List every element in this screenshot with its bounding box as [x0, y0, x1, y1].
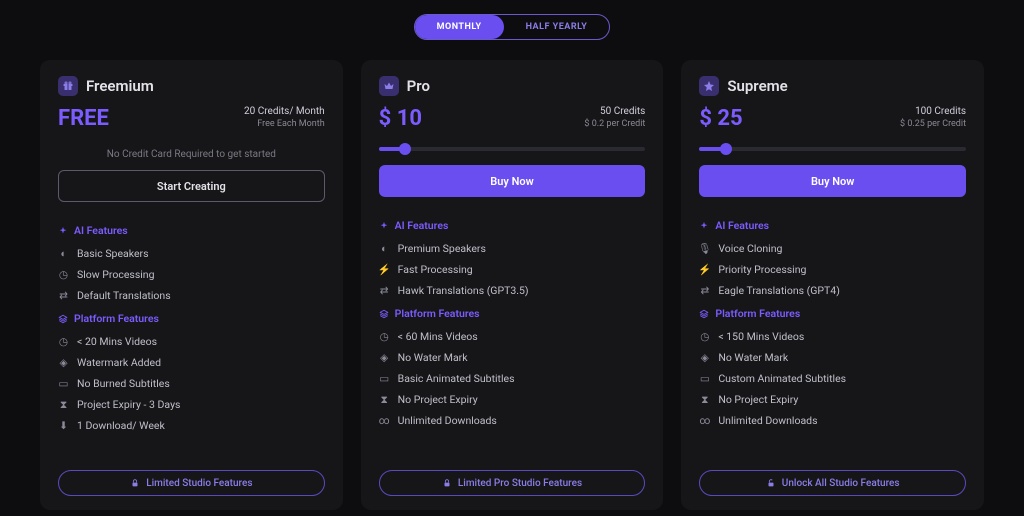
layers-icon: [58, 314, 68, 324]
feature-item: ▭Basic Animated Subtitles: [379, 372, 646, 385]
buy-now-button[interactable]: Buy Now: [379, 165, 646, 197]
translate-icon: ⇄: [58, 290, 69, 301]
subtitle-icon: ▭: [699, 373, 710, 384]
feature-item: 🎙Voice Cloning: [699, 242, 966, 255]
sparkle-icon: [379, 221, 389, 231]
plan-pro: Pro $ 10 50 Credits $ 0.2 per Credit Buy…: [361, 60, 664, 510]
hourglass-icon: ⧗: [58, 399, 69, 410]
plan-supreme: Supreme $ 25 100 Credits $ 0.25 per Cred…: [681, 60, 984, 510]
crown-icon: [379, 76, 399, 96]
plan-credits: 100 Credits: [900, 106, 966, 117]
speaker-icon: ◐: [379, 243, 390, 254]
feature-item: ⇄Default Translations: [58, 289, 325, 302]
lock-icon: [130, 478, 140, 488]
credits-slider[interactable]: [379, 147, 646, 151]
watermark-icon: ◈: [699, 352, 710, 363]
hourglass-icon: ⧗: [699, 394, 710, 405]
subtitle-icon: ▭: [379, 373, 390, 384]
sparkle-icon: [58, 226, 68, 236]
feature-item: ⚡Fast Processing: [379, 263, 646, 276]
feature-item: ▭No Burned Subtitles: [58, 377, 325, 390]
credits-slider[interactable]: [699, 147, 966, 151]
mic-icon: 🎙: [699, 243, 710, 254]
bolt-icon: ⚡: [699, 264, 710, 275]
lock-icon: [442, 478, 452, 488]
plan-price: FREE: [58, 106, 109, 131]
ai-features-head: AI Features: [379, 219, 646, 232]
feature-item: ⚡Priority Processing: [699, 263, 966, 276]
watermark-icon: ◈: [58, 357, 69, 368]
clock-icon: ◷: [58, 336, 69, 347]
layers-icon: [699, 309, 709, 319]
feature-item: ⇄Hawk Translations (GPT3.5): [379, 284, 646, 297]
plan-credits-sub: $ 0.2 per Credit: [584, 119, 645, 129]
plan-name: Pro: [407, 77, 430, 95]
feature-item: ◈No Water Mark: [379, 351, 646, 364]
plan-credits: 50 Credits: [584, 106, 645, 117]
plan-freemium: Freemium FREE 20 Credits/ Month Free Eac…: [40, 60, 343, 510]
infinity-icon: ∞: [699, 415, 710, 426]
subtitle-icon: ▭: [58, 378, 69, 389]
feature-item: ◷< 150 Mins Videos: [699, 330, 966, 343]
pricing-cards: Freemium FREE 20 Credits/ Month Free Eac…: [0, 40, 1024, 510]
translate-icon: ⇄: [379, 285, 390, 296]
feature-item: ◷< 20 Mins Videos: [58, 335, 325, 348]
feature-item: ▭Custom Animated Subtitles: [699, 372, 966, 385]
feature-item: ◈No Water Mark: [699, 351, 966, 364]
clock-icon: ◷: [379, 331, 390, 342]
feature-item: ⧗No Project Expiry: [699, 393, 966, 406]
plan-credits: 20 Credits/ Month: [244, 106, 325, 117]
plan-price: $ 10: [379, 106, 422, 131]
billing-toggle: MONTHLY HALF YEARLY: [0, 0, 1024, 40]
translate-icon: ⇄: [699, 285, 710, 296]
infinity-icon: ∞: [379, 415, 390, 426]
download-icon: ⬇: [58, 420, 69, 431]
feature-item: ◷< 60 Mins Videos: [379, 330, 646, 343]
plan-name: Supreme: [727, 77, 787, 95]
feature-item: ∞Unlimited Downloads: [699, 414, 966, 427]
platform-features-head: Platform Features: [699, 307, 966, 320]
platform-features-head: Platform Features: [58, 312, 325, 325]
plan-price: $ 25: [699, 106, 742, 131]
plan-credits-sub: Free Each Month: [244, 119, 325, 129]
feature-item: ◐Basic Speakers: [58, 247, 325, 260]
studio-features-pill[interactable]: Limited Pro Studio Features: [379, 470, 646, 496]
plan-credits-sub: $ 0.25 per Credit: [900, 119, 966, 129]
feature-item: ⧗No Project Expiry: [379, 393, 646, 406]
feature-item: ◈Watermark Added: [58, 356, 325, 369]
bolt-icon: ⚡: [379, 264, 390, 275]
feature-item: ◷Slow Processing: [58, 268, 325, 281]
toggle-monthly[interactable]: MONTHLY: [415, 15, 504, 39]
feature-item: ⧗Project Expiry - 3 Days: [58, 398, 325, 411]
clock-icon: ◷: [58, 269, 69, 280]
clock-icon: ◷: [699, 331, 710, 342]
layers-icon: [379, 309, 389, 319]
ai-features-head: AI Features: [699, 219, 966, 232]
hourglass-icon: ⧗: [379, 394, 390, 405]
unlock-icon: [766, 478, 776, 488]
star-icon: [699, 76, 719, 96]
plan-name: Freemium: [86, 77, 154, 95]
ai-features-head: AI Features: [58, 224, 325, 237]
feature-item: ⬇1 Download/ Week: [58, 419, 325, 432]
watermark-icon: ◈: [379, 352, 390, 363]
studio-features-pill[interactable]: Limited Studio Features: [58, 470, 325, 496]
toggle-half-yearly[interactable]: HALF YEARLY: [504, 15, 610, 39]
feature-item: ⇄Eagle Translations (GPT4): [699, 284, 966, 297]
start-creating-button[interactable]: Start Creating: [58, 170, 325, 202]
gift-icon: [58, 76, 78, 96]
plan-note: No Credit Card Required to get started: [58, 149, 325, 160]
speaker-icon: ◐: [58, 248, 69, 259]
feature-item: ∞Unlimited Downloads: [379, 414, 646, 427]
studio-features-pill[interactable]: Unlock All Studio Features: [699, 470, 966, 496]
buy-now-button[interactable]: Buy Now: [699, 165, 966, 197]
platform-features-head: Platform Features: [379, 307, 646, 320]
sparkle-icon: [699, 221, 709, 231]
feature-item: ◐Premium Speakers: [379, 242, 646, 255]
